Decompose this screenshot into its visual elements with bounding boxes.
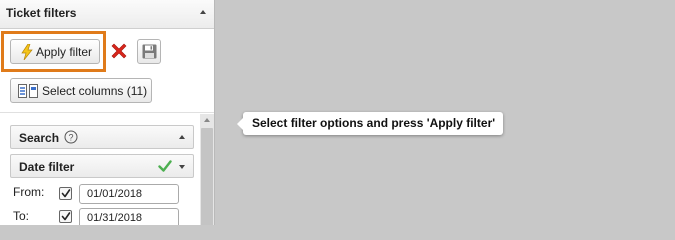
to-date-input[interactable] xyxy=(79,208,179,225)
from-date-label: From: xyxy=(13,185,45,199)
from-date-input[interactable] xyxy=(79,184,179,204)
chevron-up-icon[interactable] xyxy=(200,10,206,14)
apply-filter-label: Apply filter xyxy=(36,45,93,59)
panel-header[interactable]: Ticket filters xyxy=(0,0,214,29)
search-section-header[interactable]: Search ? xyxy=(10,125,194,149)
green-check-icon xyxy=(158,160,172,172)
chevron-up-icon[interactable] xyxy=(179,135,185,139)
to-date-label: To: xyxy=(13,209,30,223)
checkmark-icon xyxy=(61,212,71,221)
scrollbar-thumb[interactable] xyxy=(201,128,213,225)
help-circle-icon[interactable]: ? xyxy=(64,130,78,144)
lightning-bolt-icon xyxy=(21,44,33,60)
red-x-icon[interactable] xyxy=(108,40,130,62)
select-columns-button[interactable]: Select columns (11) xyxy=(10,78,152,103)
to-date-checkbox[interactable] xyxy=(59,210,72,223)
date-filter-section-header[interactable]: Date filter xyxy=(10,154,194,178)
floppy-disk-icon xyxy=(142,44,157,59)
sidebar-scrollbar[interactable] xyxy=(200,114,214,225)
svg-text:?: ? xyxy=(68,133,73,143)
chevron-down-icon[interactable] xyxy=(179,165,185,169)
toolbar-divider xyxy=(0,112,214,113)
search-section-label: Search xyxy=(19,131,60,145)
from-date-checkbox[interactable] xyxy=(59,187,72,200)
scroll-up-arrow-icon[interactable] xyxy=(204,118,210,122)
tooltip-pointer xyxy=(237,118,243,130)
columns-icon xyxy=(18,84,38,98)
apply-filter-button[interactable]: Apply filter xyxy=(10,39,100,64)
save-filter-button[interactable] xyxy=(137,39,161,64)
checkmark-icon xyxy=(61,189,71,198)
tooltip-text: Select filter options and press 'Apply f… xyxy=(252,116,496,130)
date-filter-section-label: Date filter xyxy=(19,160,75,174)
select-columns-label: Select columns (11) xyxy=(42,84,148,98)
instruction-tooltip: Select filter options and press 'Apply f… xyxy=(237,112,504,135)
ticket-filters-sidebar: Ticket filters Apply filter Select colum… xyxy=(0,0,215,225)
panel-title: Ticket filters xyxy=(6,6,77,20)
